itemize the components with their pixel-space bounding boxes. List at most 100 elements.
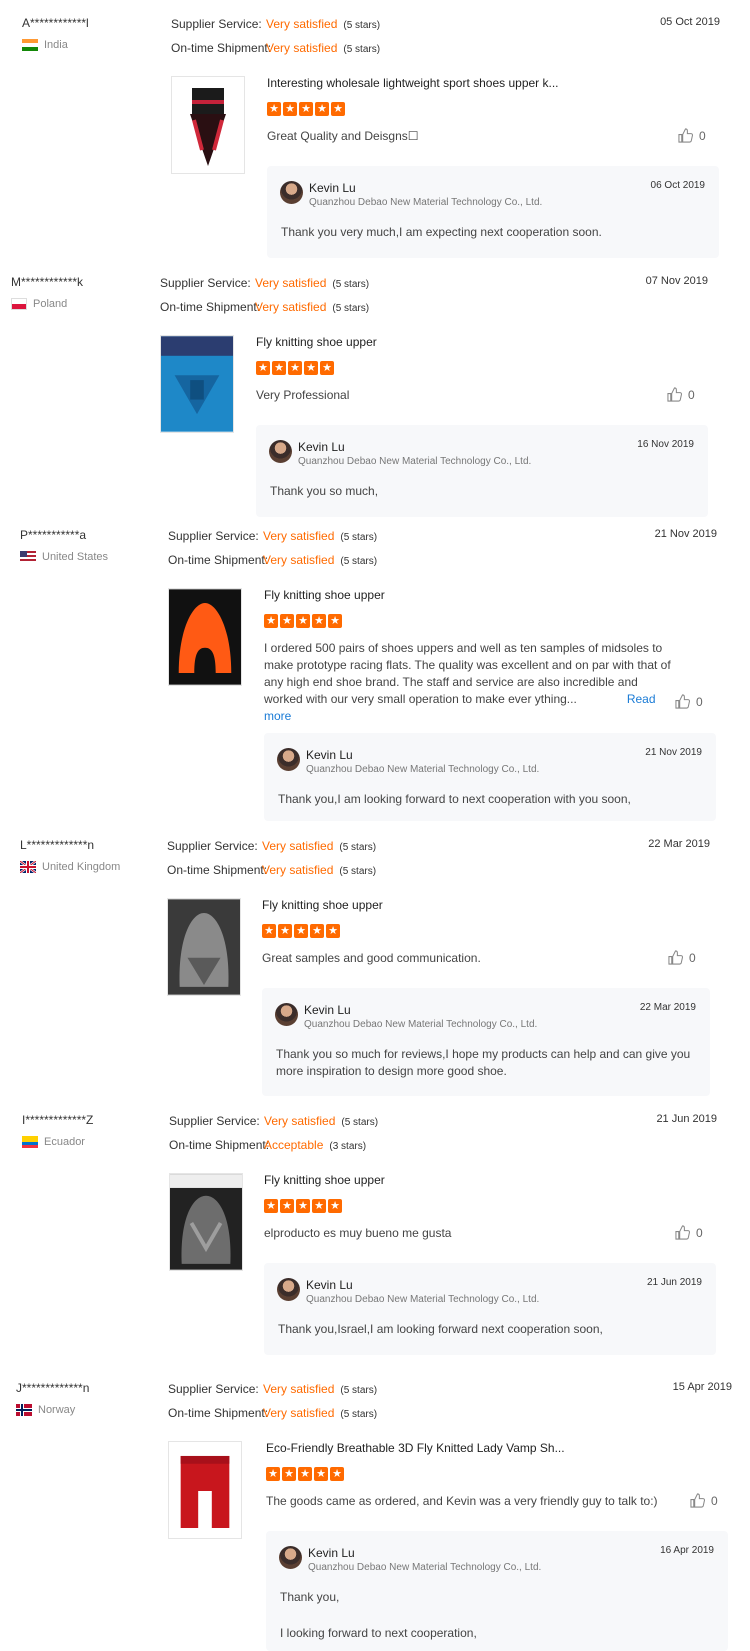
product-rating-stars: ★ ★ ★ ★ ★	[266, 1467, 344, 1481]
like-button[interactable]: 0	[667, 387, 695, 402]
review-date: 21 Jun 2019	[656, 1113, 717, 1125]
review-date: 05 Oct 2019	[660, 16, 720, 28]
star-icon: ★	[272, 361, 286, 375]
reply-author: Kevin Lu	[298, 440, 345, 454]
thumbs-up-icon	[675, 1225, 690, 1240]
star-icon: ★	[288, 361, 302, 375]
star-icon: ★	[315, 102, 329, 116]
reply-date: 21 Nov 2019	[645, 747, 702, 758]
like-button[interactable]: 0	[675, 694, 703, 709]
like-count: 0	[699, 128, 706, 143]
ontime-shipment-rating: On-time Shipment:Very satisfied (5 stars)	[171, 41, 381, 55]
reply-date: 16 Apr 2019	[660, 1545, 714, 1556]
supplier-service-rating: Supplier Service: Very satisfied (5 stars)	[160, 276, 370, 290]
like-count: 0	[711, 1493, 718, 1508]
supplier-service-rating: Supplier Service: Very satisfied (5 stars)	[171, 17, 381, 31]
star-icon: ★	[264, 614, 278, 628]
review-card: P***********a United States Supplier Ser…	[0, 528, 750, 821]
avatar	[269, 440, 292, 463]
supplier-reply: Kevin Lu Quanzhou Debao New Material Tec…	[264, 733, 716, 821]
product-image[interactable]	[160, 335, 234, 433]
us-flag-icon	[20, 551, 36, 563]
poland-flag-icon	[11, 298, 27, 310]
avatar	[280, 181, 303, 204]
like-count: 0	[689, 950, 696, 965]
india-flag-icon	[22, 39, 38, 51]
supplier-service-rating: Supplier Service: Very satisfied (5 stars)	[168, 1382, 378, 1396]
reply-author: Kevin Lu	[306, 748, 353, 762]
review-date: 07 Nov 2019	[645, 275, 708, 287]
product-title-link[interactable]: Eco-Friendly Breathable 3D Fly Knitted L…	[266, 1441, 565, 1455]
reply-company: Quanzhou Debao New Material Technology C…	[309, 197, 543, 208]
ontime-shipment-rating: On-time Shipment:Acceptable (3 stars)	[169, 1138, 367, 1152]
product-title-link[interactable]: Fly knitting shoe upper	[264, 588, 385, 602]
buyer-name: I*************Z	[22, 1113, 94, 1127]
product-title-link[interactable]: Fly knitting shoe upper	[264, 1173, 385, 1187]
avatar	[275, 1003, 298, 1026]
product-rating-stars: ★ ★ ★ ★ ★	[267, 102, 345, 116]
product-image[interactable]	[171, 76, 245, 174]
supplier-reply: Kevin Lu Quanzhou Debao New Material Tec…	[266, 1531, 728, 1651]
review-card: A************l India Supplier Service: Ve…	[0, 16, 750, 258]
product-image[interactable]	[169, 1173, 243, 1271]
star-icon: ★	[267, 102, 281, 116]
like-count: 0	[688, 387, 695, 402]
thumbs-up-icon	[690, 1493, 705, 1508]
thumbs-up-icon	[667, 387, 682, 402]
reply-company: Quanzhou Debao New Material Technology C…	[298, 456, 532, 467]
reply-text: Thank you,	[280, 1590, 340, 1604]
product-rating-stars: ★ ★ ★ ★ ★	[262, 924, 340, 938]
like-button[interactable]: 0	[678, 128, 706, 143]
buyer-country: Poland	[11, 298, 83, 310]
like-button[interactable]: 0	[675, 1225, 703, 1240]
product-title-link[interactable]: Fly knitting shoe upper	[262, 898, 383, 912]
ontime-shipment-rating: On-time Shipment:Very satisfied (5 stars)	[167, 863, 377, 877]
star-icon: ★	[298, 1467, 312, 1481]
reply-text: Thank you so much,	[270, 484, 379, 498]
like-button[interactable]: 0	[668, 950, 696, 965]
review-comment: I ordered 500 pairs of shoes uppers and …	[264, 641, 671, 723]
reply-company: Quanzhou Debao New Material Technology C…	[308, 1562, 542, 1573]
star-icon: ★	[296, 1199, 310, 1213]
product-image[interactable]	[168, 1441, 242, 1539]
buyer-country: Norway	[16, 1404, 89, 1416]
reply-date: 16 Nov 2019	[637, 439, 694, 450]
star-icon: ★	[299, 102, 313, 116]
star-icon: ★	[283, 102, 297, 116]
star-icon: ★	[294, 924, 308, 938]
like-button[interactable]: 0	[690, 1493, 718, 1508]
norway-flag-icon	[16, 1404, 32, 1416]
star-icon: ★	[320, 361, 334, 375]
product-title-link[interactable]: Interesting wholesale lightweight sport …	[267, 76, 559, 90]
like-count: 0	[696, 694, 703, 709]
star-icon: ★	[310, 924, 324, 938]
reply-author: Kevin Lu	[309, 181, 356, 195]
thumbs-up-icon	[675, 694, 690, 709]
star-icon: ★	[312, 1199, 326, 1213]
product-title-link[interactable]: Fly knitting shoe upper	[256, 335, 377, 349]
supplier-reply: Kevin Lu Quanzhou Debao New Material Tec…	[264, 1263, 716, 1355]
review-comment: Great samples and good communication.	[262, 951, 481, 965]
star-icon: ★	[262, 924, 276, 938]
star-icon: ★	[326, 924, 340, 938]
buyer-name: M************k	[11, 275, 84, 289]
review-card: L*************n United Kingdom Supplier …	[0, 838, 750, 1098]
product-rating-stars: ★ ★ ★ ★ ★	[264, 614, 342, 628]
review-card: I*************Z Ecuador Supplier Service…	[0, 1113, 750, 1358]
ecuador-flag-icon	[22, 1136, 38, 1148]
star-icon: ★	[256, 361, 270, 375]
buyer-name: L*************n	[20, 838, 95, 852]
product-image[interactable]	[168, 588, 242, 686]
star-icon: ★	[314, 1467, 328, 1481]
star-icon: ★	[278, 924, 292, 938]
thumbs-up-icon	[678, 128, 693, 143]
supplier-reply: Kevin Lu Quanzhou Debao New Material Tec…	[262, 988, 710, 1096]
product-image[interactable]	[167, 898, 241, 996]
buyer-name: P***********a	[20, 528, 87, 542]
uk-flag-icon	[20, 861, 36, 873]
star-icon: ★	[304, 361, 318, 375]
reply-date: 21 Jun 2019	[646, 1277, 702, 1288]
reply-author: Kevin Lu	[304, 1003, 351, 1017]
review-date: 21 Nov 2019	[654, 528, 717, 540]
buyer-name: A************l	[22, 16, 89, 30]
